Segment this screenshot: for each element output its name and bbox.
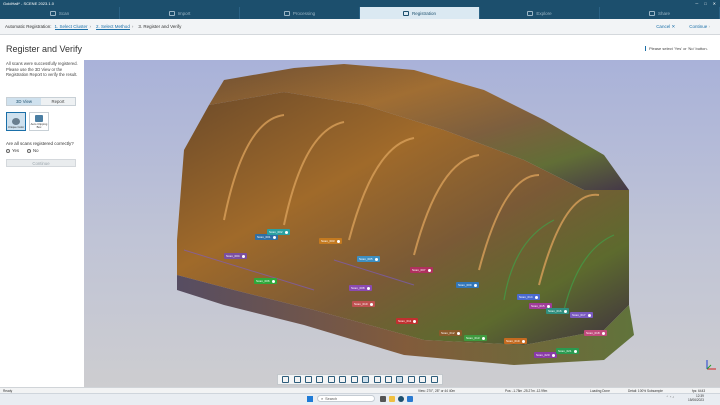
scan-tag[interactable]: Scan_013 — [464, 335, 487, 341]
layers-icon[interactable] — [373, 376, 381, 383]
crumb-register-verify: 3. Register and Verify — [138, 24, 182, 29]
page-description: All scans were successfully registered. … — [6, 61, 78, 77]
status-view: View: 270°, 28° or 44 40m — [418, 388, 456, 393]
unique-color-button[interactable]: Unique Color — [6, 112, 26, 131]
scan-tag[interactable]: Scan_006 — [254, 278, 277, 284]
tab-report[interactable]: Report — [41, 98, 75, 105]
chevron-right-icon: › — [131, 24, 134, 29]
instruction-hint: Please select 'Yes' or 'No' button. — [645, 46, 708, 51]
info-icon[interactable] — [385, 376, 392, 383]
step-scan[interactable]: Scan — [0, 7, 120, 19]
status-fps: fps: 6443 — [692, 388, 706, 393]
edge-icon[interactable] — [407, 396, 413, 402]
scan-tag[interactable]: Scan_016 — [546, 308, 569, 314]
crumb-select-cluster[interactable]: 1. Select Cluster — [54, 24, 88, 30]
scan-tag[interactable]: Scan_009 — [456, 282, 479, 288]
camera-icon[interactable] — [327, 376, 335, 383]
scan-tag[interactable]: Scan_004 — [224, 253, 247, 259]
scene-app-icon[interactable] — [398, 396, 404, 402]
continue-button[interactable]: Continue — [6, 159, 76, 167]
maximize-icon[interactable]: □ — [704, 1, 706, 6]
view-toolbar — [277, 374, 443, 385]
scan-tag[interactable]: Scan_003 — [319, 238, 342, 244]
scan-tag[interactable]: Scan_018 — [584, 330, 607, 336]
window-title: GoldHall* - SCENE 2023.1.0 — [3, 1, 54, 6]
left-panel — [0, 35, 84, 387]
scan-tag[interactable]: Scan_002 — [267, 229, 290, 235]
step-import[interactable]: Import — [120, 7, 240, 19]
minimize-icon[interactable]: ─ — [695, 1, 698, 6]
scan-tag[interactable]: Scan_020 — [534, 352, 557, 358]
clipping-box-icon — [35, 115, 43, 122]
view-menu-icon[interactable] — [282, 376, 290, 383]
explore-icon — [527, 10, 534, 16]
scan-tag[interactable]: Scan_011 — [396, 318, 419, 324]
system-tray-icons[interactable]: ⌃ ◔ ♪ — [666, 395, 674, 399]
chevron-right-icon: › — [89, 24, 92, 29]
status-position: Pos: -1.78m -25.27m -12.99m — [505, 388, 548, 393]
title-bar: GoldHall* - SCENE 2023.1.0 ─ □ ✕ — [0, 0, 720, 7]
import-icon — [168, 10, 175, 16]
fit-view-icon[interactable] — [293, 376, 301, 383]
page-title: Register and Verify — [6, 44, 83, 54]
verify-question: Are all scans registered correctly? — [6, 141, 74, 146]
scan-icon — [49, 10, 56, 16]
scan-tag[interactable]: Scan_014 — [517, 294, 540, 300]
measure-icon[interactable] — [350, 376, 358, 383]
processing-icon — [283, 10, 290, 16]
cancel-button[interactable]: Cancel ✕ — [656, 24, 675, 30]
search-icon: ⌕ — [321, 396, 324, 401]
breadcrumb-prefix: Automatic Registration: — [5, 24, 52, 29]
windows-start-icon[interactable] — [307, 396, 313, 402]
breadcrumb: Automatic Registration: 1. Select Cluste… — [0, 19, 720, 35]
verify-options: Yes No — [6, 148, 39, 153]
taskbar-search[interactable]: ⌕ Search — [317, 395, 375, 402]
continue-top-button[interactable]: Continue › — [689, 24, 710, 30]
status-detail: Detail: 100% Subsample — [628, 388, 663, 393]
scan-tag[interactable]: Scan_012 — [439, 330, 462, 336]
view-tabs: 3D View Report — [6, 97, 76, 106]
clipping-icon[interactable] — [339, 376, 347, 383]
point-cloud — [177, 64, 634, 365]
scan-tag[interactable]: Scan_007 — [410, 267, 433, 273]
step-share[interactable]: Share — [600, 7, 720, 19]
scan-points-icon[interactable] — [396, 376, 404, 383]
status-ready: Ready — [3, 388, 13, 393]
scan-tag[interactable]: Scan_021 — [556, 348, 579, 354]
tab-3d-view[interactable]: 3D View — [7, 98, 41, 105]
workflow-steps: Scan Import Processing Registration Expl… — [0, 7, 720, 19]
3d-viewport[interactable]: Scan_001 Scan_002 Scan_003 Scan_004 Scan… — [84, 60, 720, 387]
yes-radio[interactable]: Yes — [6, 148, 19, 153]
taskbar-clock[interactable]: 12:39 15/06/2023 — [688, 394, 704, 402]
close-icon[interactable]: ✕ — [713, 1, 716, 6]
axis-gizmo-icon — [706, 360, 716, 370]
step-processing[interactable]: Processing — [240, 7, 360, 19]
scan-tag[interactable]: Scan_010 — [352, 301, 375, 307]
auto-clipping-box-button[interactable]: Auto Clipping Box — [29, 112, 49, 131]
color-mode-icon[interactable] — [419, 376, 427, 383]
scan-tag[interactable]: Scan_005 — [357, 256, 380, 262]
rotate-icon[interactable] — [316, 376, 324, 383]
status-loading: Loading Done — [590, 388, 610, 393]
zoom-icon[interactable] — [305, 376, 313, 383]
palette-icon — [12, 118, 20, 125]
display-mode-icon[interactable] — [362, 376, 370, 383]
scan-tag[interactable]: Scan_008 — [349, 285, 372, 291]
no-radio[interactable]: No — [27, 148, 39, 153]
settings-icon[interactable] — [430, 376, 438, 383]
step-registration[interactable]: Registration — [360, 7, 480, 19]
task-view-icon[interactable] — [380, 396, 386, 402]
scan-tag[interactable]: Scan_019 — [504, 338, 527, 344]
grid-icon[interactable] — [407, 376, 415, 383]
scan-tag[interactable]: Scan_017 — [570, 312, 593, 318]
color-tools: Unique Color Auto Clipping Box — [6, 112, 49, 131]
crumb-select-method[interactable]: 2. Select Method — [96, 24, 130, 30]
share-icon — [648, 10, 655, 16]
step-explore[interactable]: Explore — [480, 7, 600, 19]
registration-icon — [402, 10, 409, 16]
file-explorer-icon[interactable] — [389, 396, 395, 402]
